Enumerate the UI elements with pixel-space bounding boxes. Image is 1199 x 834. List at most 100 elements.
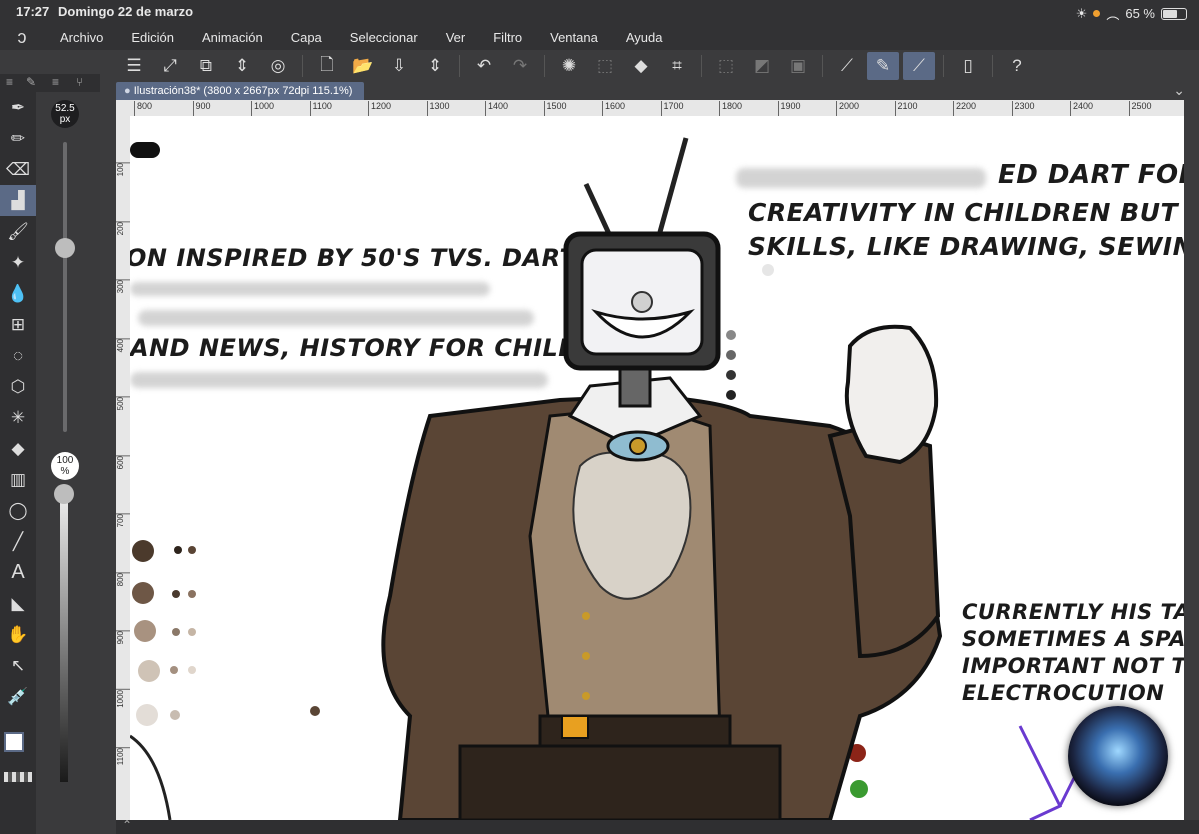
mesh-tool-icon[interactable]: ⊞ (0, 309, 36, 340)
menu-capa[interactable]: Capa (275, 30, 334, 45)
ruler-tick-label: 2100 (894, 101, 918, 116)
antenna-right (657, 137, 689, 233)
expand-canvas-icon[interactable]: ⤢ (154, 52, 186, 80)
status-right: ☀ ︵ 65 % (1076, 4, 1187, 23)
ruler-tick-label: 2300 (1011, 101, 1035, 116)
list2-icon[interactable]: ≡ (52, 75, 59, 89)
text-tool-icon[interactable]: A (0, 557, 36, 588)
brush-size-knob[interactable] (55, 238, 75, 258)
menu-edicion[interactable]: Edición (115, 30, 186, 45)
siri-orb[interactable] (1068, 706, 1168, 806)
hand-tool-icon[interactable]: ✋ (0, 619, 36, 650)
main-color-swatch[interactable] (4, 732, 24, 752)
ruler-tick-label: 1100 (116, 747, 130, 766)
list-icon[interactable]: ≡ (6, 75, 13, 89)
object-tool-icon[interactable]: ⬡ (0, 371, 36, 402)
app-logo-icon[interactable]: ↄ (0, 27, 44, 48)
ruler-tick-label: 300 (116, 279, 130, 294)
pen-stroke-icon[interactable]: ✎ (867, 52, 899, 80)
ruler-tick-label: 2400 (1070, 101, 1093, 116)
vertical-ruler: 100 200 300 400 500 600 700 800 900 1000 1100 (116, 116, 130, 820)
ruler-tick-label: 1000 (116, 688, 130, 708)
battery-icon (1161, 7, 1187, 20)
subtool-tab-icon[interactable]: ⑂ (76, 75, 83, 89)
ruler-tick-label: 1300 (426, 101, 450, 116)
help-icon[interactable]: ? (1001, 52, 1033, 80)
menu-ventana[interactable]: Ventana (534, 30, 610, 45)
transparent-swatch[interactable] (4, 772, 32, 782)
menu-icon[interactable]: ☰ (118, 52, 150, 80)
right-scrollbar[interactable] (1184, 100, 1199, 820)
menu-ver[interactable]: Ver (430, 30, 478, 45)
undo-icon[interactable]: ↶ (468, 52, 500, 80)
brush-size-value: 52.5 (55, 103, 75, 114)
brush-tab-icon[interactable]: ✎ (26, 75, 36, 89)
eyedropper-icon[interactable]: 💉 (0, 681, 36, 712)
opacity-knob[interactable] (54, 484, 74, 504)
open-folder-icon[interactable]: 📂 (347, 52, 379, 80)
brush-size-badge: 52.5 px (51, 100, 79, 128)
updown2-icon[interactable]: ⇕ (419, 52, 451, 80)
pen-tool-icon[interactable]: ✒ (0, 92, 36, 123)
deselect-icon[interactable]: ⬚ (710, 52, 742, 80)
blend-tool-icon[interactable]: 💧 (0, 278, 36, 309)
menu-archivo[interactable]: Archivo (44, 30, 115, 45)
pencil-tool-icon[interactable]: ✏ (0, 123, 36, 154)
magic-wand-icon[interactable]: ✳ (0, 402, 36, 433)
updown-icon[interactable]: ⇕ (226, 52, 258, 80)
ruler-tick-label: 1900 (777, 101, 801, 116)
move-tool-icon[interactable]: ↖ (0, 650, 36, 681)
battery-percent: 65 % (1125, 6, 1155, 21)
fill-tool-icon[interactable]: ◆ (0, 433, 36, 464)
ruler-tick-label: 2500 (1128, 101, 1152, 116)
eraser-tool-icon[interactable]: ⌫ (0, 154, 36, 185)
airbrush-tool-icon[interactable]: ▟ (0, 185, 36, 216)
ruler-tick-label: 2000 (836, 101, 859, 116)
bottom-bar: ⌃ (116, 818, 1199, 834)
phone-icon[interactable]: ▯ (952, 52, 984, 80)
redo-icon[interactable]: ↷ (504, 52, 536, 80)
crop-icon[interactable]: ⌗ (661, 52, 693, 80)
transform-icon[interactable]: ⧉ (190, 52, 222, 80)
menu-ayuda[interactable]: Ayuda (610, 30, 675, 45)
opacity-badge: 100 % (51, 452, 79, 480)
new-doc-icon[interactable]: 🗋 (311, 52, 343, 80)
invert-icon[interactable]: ◩ (746, 52, 778, 80)
frame-tool-icon[interactable]: ◣ (0, 588, 36, 619)
line-tool-icon[interactable]: ╱ (0, 526, 36, 557)
drawing-canvas[interactable]: ON INSPIRED BY 50's TVs. DART AND NEWS, … (130, 116, 1184, 820)
fill-icon[interactable]: ◆ (625, 52, 657, 80)
tab-dot-icon: ● (124, 85, 131, 97)
command-bar: ☰ ⤢ ⧉ ⇕ ◎ 🗋 📂 ⇩ ⇕ ↶ ↷ ✺ ⬚ ◆ ⌗ ⬚ ◩ ▣ ⟋ ✎ … (116, 50, 1199, 82)
ruler-tick-label: 700 (116, 513, 130, 528)
antenna-left (583, 182, 613, 238)
ruler-icon[interactable]: ⟋ (831, 52, 863, 80)
menu-animacion[interactable]: Animación (186, 30, 275, 45)
select-icon[interactable]: ⬚ (589, 52, 621, 80)
spiral-icon[interactable]: ◎ (262, 52, 294, 80)
document-tab[interactable]: ● Ilustración38* (3800 x 2667px 72dpi 11… (116, 82, 364, 100)
pen-line-icon[interactable]: ⟋ (903, 52, 935, 80)
ruler-tick-label: 1500 (543, 101, 567, 116)
brush-size-track[interactable] (63, 142, 67, 432)
ruler-tick-label: 2200 (953, 101, 976, 116)
tool-panel-tabs[interactable]: ≡ ✎ ≡ ⑂ (0, 74, 100, 92)
ruler-tick-label: 1200 (368, 101, 391, 116)
lasso-tool-icon[interactable]: ◌ (0, 340, 36, 371)
opacity-track[interactable] (60, 492, 68, 782)
save-icon[interactable]: ⇩ (383, 52, 415, 80)
menu-filtro[interactable]: Filtro (477, 30, 534, 45)
chevron-down-icon[interactable]: ⌄ (1173, 82, 1185, 99)
loading-icon[interactable]: ✺ (553, 52, 585, 80)
decoration-tool-icon[interactable]: ✦ (0, 247, 36, 278)
frame-icon[interactable]: ▣ (782, 52, 814, 80)
horizontal-ruler: 800 900 1000 1100 1200 1300 1400 1500 1600 1700 18… (116, 100, 1184, 116)
balloon-tool-icon[interactable]: ◯ (0, 495, 36, 526)
menu-bar: ↄ Archivo Edición Animación Capa Selecci… (0, 24, 1199, 50)
vest-button (582, 692, 590, 700)
menu-seleccionar[interactable]: Seleccionar (334, 30, 430, 45)
status-time: 17:27 (16, 4, 50, 19)
chevron-up-icon[interactable]: ⌃ (122, 818, 132, 832)
brush-tool-icon[interactable]: 🖌 (0, 216, 36, 247)
gradient-tool-icon[interactable]: ▥ (0, 464, 36, 495)
